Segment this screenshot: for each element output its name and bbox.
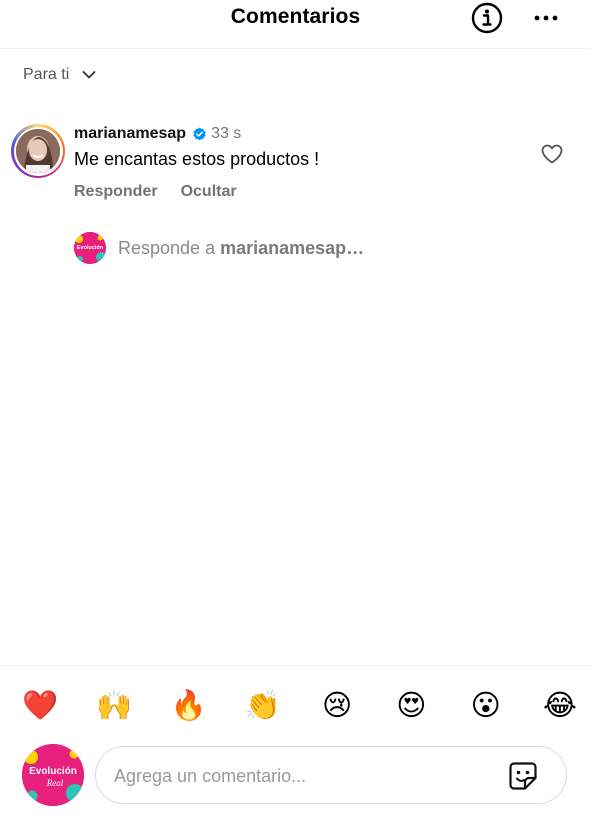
comment-composer <box>95 746 567 804</box>
header: Comentarios <box>0 0 591 49</box>
reply-prefix: Responde a <box>118 237 216 258</box>
avatar-photo <box>16 129 60 173</box>
comment-timestamp: 33 s <box>211 125 242 142</box>
heart-icon[interactable] <box>540 142 564 166</box>
svg-text:Evolución: Evolución <box>77 245 104 251</box>
reply-prompt[interactable]: Evolución Responde a marianamesap… <box>74 232 364 264</box>
divider <box>0 665 591 666</box>
sort-dropdown[interactable]: Para ti <box>23 64 97 86</box>
svg-text:Evolución: Evolución <box>29 766 77 777</box>
commenter-avatar[interactable] <box>11 124 65 178</box>
verified-badge-icon <box>193 127 206 140</box>
info-icon[interactable] <box>471 2 503 34</box>
emoji-tears-of-joy[interactable]: 😂 <box>540 686 580 726</box>
emoji-fire[interactable]: 🔥 <box>169 686 209 726</box>
emoji-raising-hands[interactable]: 🙌 <box>94 686 134 726</box>
svg-text:Real: Real <box>46 778 64 788</box>
sort-label: Para ti <box>23 66 70 83</box>
emoji-open-mouth[interactable]: 😮 <box>466 686 506 726</box>
reply-username: marianamesap… <box>220 237 365 258</box>
comment-header: marianamesap 33 s <box>74 124 241 144</box>
account-avatar[interactable]: Evolución Real <box>22 744 84 806</box>
chevron-down-icon <box>82 71 96 79</box>
account-avatar-small: Evolución <box>74 232 106 264</box>
more-options-icon[interactable] <box>531 6 561 30</box>
emoji-crying-face[interactable]: 😢 <box>317 686 357 726</box>
emoji-clapping-hands[interactable]: 👏 <box>243 686 283 726</box>
comment-input[interactable] <box>112 759 496 793</box>
reply-placeholder: Responde a marianamesap… <box>118 238 364 259</box>
comments-screen: Comentarios Para ti marianamesap 33 s Me… <box>0 0 591 819</box>
emoji-quick-bar: ❤️ 🙌 🔥 👏 😢 😍 😮 😂 <box>20 684 580 728</box>
hide-button[interactable]: Ocultar <box>181 183 237 201</box>
reply-button[interactable]: Responder <box>74 183 158 201</box>
comment-text: Me encantas estos productos ! <box>74 149 320 169</box>
sticker-icon[interactable] <box>507 760 539 792</box>
comment-username[interactable]: marianamesap <box>74 125 186 143</box>
comment-actions: Responder Ocultar <box>74 183 237 201</box>
emoji-heart-eyes[interactable]: 😍 <box>391 686 431 726</box>
emoji-red-heart[interactable]: ❤️ <box>20 686 60 726</box>
